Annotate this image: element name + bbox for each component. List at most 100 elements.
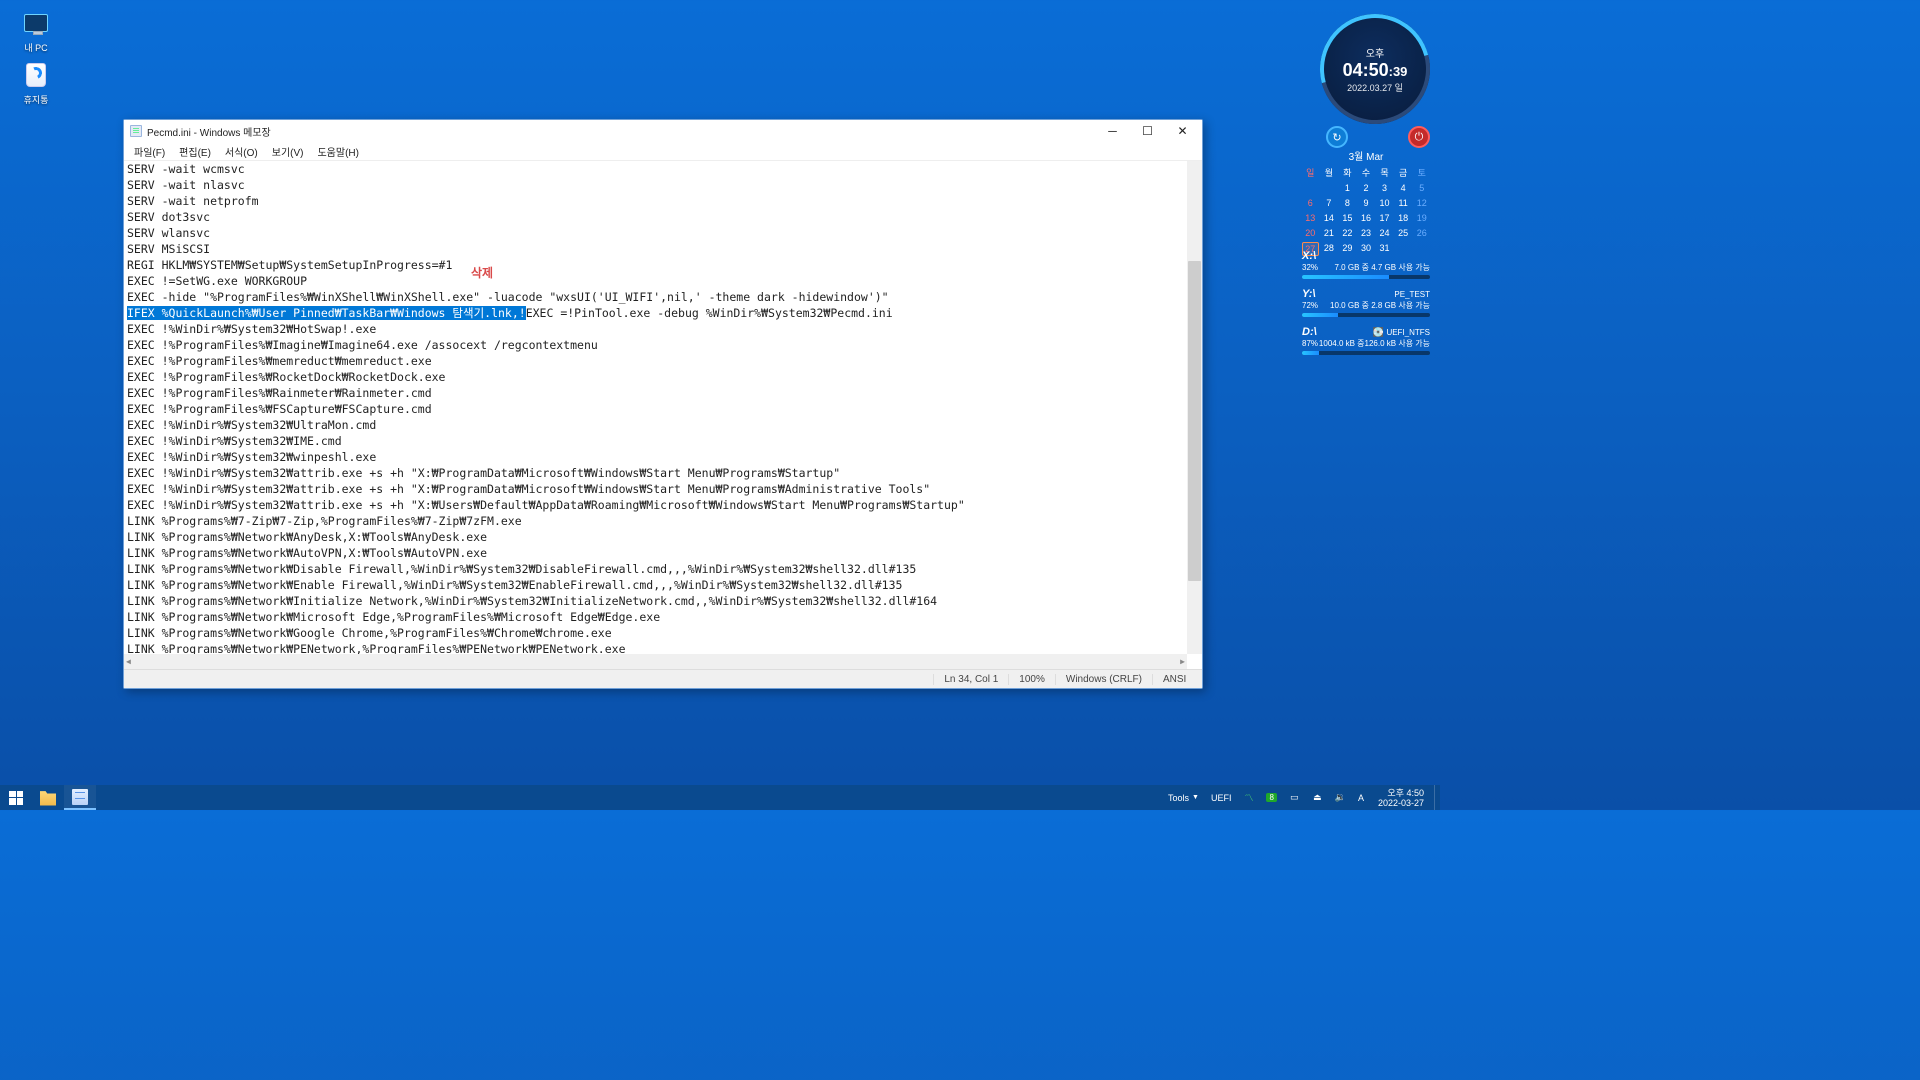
editor-line: SERV wlansvc <box>127 225 1184 241</box>
calendar-day[interactable]: 13 <box>1302 212 1319 224</box>
menubar: 파일(F) 편집(E) 서식(O) 보기(V) 도움말(H) <box>124 142 1202 161</box>
calendar-day[interactable]: 10 <box>1376 197 1393 209</box>
calendar-day[interactable]: 9 <box>1358 197 1375 209</box>
editor-line: IFEX %QuickLaunch%₩User Pinned₩TaskBar₩W… <box>127 305 1184 321</box>
calendar-day[interactable]: 23 <box>1358 227 1375 239</box>
calendar-day[interactable] <box>1302 182 1319 194</box>
editor-line: LINK %Programs%₩Network₩Enable Firewall,… <box>127 577 1184 593</box>
tray-clock[interactable]: 오후 4:50 2022-03-27 <box>1372 788 1430 808</box>
editor-line: REGI HKLM₩SYSTEM₩Setup₩SystemSetupInProg… <box>127 257 1184 273</box>
calendar-day[interactable]: 24 <box>1376 227 1393 239</box>
desktop-icon-this-pc[interactable]: 내 PC <box>6 8 66 54</box>
close-button[interactable]: ✕ <box>1165 121 1200 141</box>
calendar-title: 3월 Mar <box>1302 148 1430 163</box>
editor-line: EXEC !%WinDir%₩System32₩attrib.exe +s +h… <box>127 481 1184 497</box>
drive-usage-text: 7.0 GB 중 4.7 GB 사용 가능 <box>1335 262 1431 273</box>
editor-line: EXEC !%ProgramFiles%₩FSCapture₩FSCapture… <box>127 401 1184 417</box>
status-zoom: 100% <box>1008 674 1055 685</box>
calendar-day[interactable]: 6 <box>1302 197 1319 209</box>
calendar-day[interactable]: 7 <box>1321 197 1338 209</box>
show-desktop-button[interactable] <box>1434 785 1438 810</box>
editor-line: EXEC !%WinDir%₩System32₩IME.cmd <box>127 433 1184 449</box>
editor-line: EXEC !%WinDir%₩System32₩HotSwap!.exe <box>127 321 1184 337</box>
tray-clock-date: 2022-03-27 <box>1378 798 1424 808</box>
shutdown-button[interactable]: ⏻ <box>1408 126 1430 148</box>
windows-logo-icon <box>9 791 23 805</box>
taskbar-pinned-notepad[interactable] <box>64 785 96 810</box>
calendar-day[interactable]: 2 <box>1358 182 1375 194</box>
calendar-day[interactable]: 21 <box>1321 227 1338 239</box>
calendar-day[interactable]: 18 <box>1395 212 1412 224</box>
editor-line: EXEC !%ProgramFiles%₩RocketDock₩RocketDo… <box>127 369 1184 385</box>
scrollbar-vertical[interactable] <box>1187 161 1202 654</box>
taskbar-pinned-explorer[interactable] <box>32 785 64 810</box>
scrollbar-thumb[interactable] <box>1188 261 1201 581</box>
clock-date: 2022.03.27 일 <box>1347 81 1403 94</box>
drive-letter: X:\ <box>1302 250 1316 262</box>
maximize-button[interactable]: ☐ <box>1130 121 1165 141</box>
trash-icon <box>21 60 51 90</box>
tray-ime[interactable]: A <box>1354 785 1368 810</box>
calendar-day[interactable]: 16 <box>1358 212 1375 224</box>
menu-edit[interactable]: 편집(E) <box>173 143 217 160</box>
window-title: Pecmd.ini - Windows 메모장 <box>147 124 271 139</box>
menu-format[interactable]: 서식(O) <box>219 143 264 160</box>
calendar-dow: 수 <box>1358 166 1375 179</box>
pc-icon <box>21 8 51 38</box>
folder-icon <box>40 790 56 806</box>
calendar-day[interactable]: 4 <box>1395 182 1412 194</box>
restart-button[interactable]: ↻ <box>1326 126 1348 148</box>
tray-eject-icon[interactable]: ⏏ <box>1308 785 1327 810</box>
drive-usage-text: 1004.0 kB 중126.0 kB 사용 가능 <box>1319 338 1430 349</box>
editor-area[interactable]: SERV -wait wcmsvcSERV -wait nlasvcSERV -… <box>124 161 1202 669</box>
calendar-dow: 목 <box>1376 166 1393 179</box>
calendar-day[interactable]: 25 <box>1395 227 1412 239</box>
calendar-day[interactable]: 8 <box>1339 197 1356 209</box>
calendar-day[interactable] <box>1321 182 1338 194</box>
start-button[interactable] <box>0 785 32 810</box>
clock-ring-icon <box>1300 0 1450 144</box>
calendar-day[interactable]: 5 <box>1413 182 1430 194</box>
calendar-day[interactable]: 19 <box>1413 212 1430 224</box>
scrollbar-horizontal[interactable]: ◀▶ <box>124 654 1187 669</box>
calendar-day[interactable]: 20 <box>1302 227 1319 239</box>
calendar-day[interactable]: 12 <box>1413 197 1430 209</box>
calendar-day[interactable]: 14 <box>1321 212 1338 224</box>
calendar-day[interactable]: 15 <box>1339 212 1356 224</box>
tray-network-icon[interactable]: 8 <box>1262 785 1280 810</box>
drive-meter-widget: X:\ 32%7.0 GB 중 4.7 GB 사용 가능 Y:\ PE_TEST… <box>1302 250 1430 364</box>
notepad-icon <box>72 789 88 805</box>
drive-pct: 32% <box>1302 263 1318 272</box>
drive-pct: 72% <box>1302 301 1318 310</box>
drive-bar <box>1302 313 1430 317</box>
tray-overflow-icon[interactable]: ▭ <box>1285 785 1304 810</box>
desktop-icon-label: 내 PC <box>6 41 66 54</box>
minimize-button[interactable]: ─ <box>1095 121 1130 141</box>
calendar-day[interactable]: 26 <box>1413 227 1430 239</box>
calendar-day[interactable]: 1 <box>1339 182 1356 194</box>
editor-line: SERV -wait wcmsvc <box>127 161 1184 177</box>
drive-bar <box>1302 275 1430 279</box>
calendar-day[interactable]: 3 <box>1376 182 1393 194</box>
menu-file[interactable]: 파일(F) <box>128 143 171 160</box>
drive-meter: D:\💽 UEFI_NTFS 87%1004.0 kB 중126.0 kB 사용… <box>1302 326 1430 355</box>
tray-uefi[interactable]: UEFI <box>1207 785 1236 810</box>
statusbar: Ln 34, Col 1 100% Windows (CRLF) ANSI <box>124 669 1202 688</box>
calendar-day[interactable]: 17 <box>1376 212 1393 224</box>
status-encoding: ANSI <box>1152 674 1202 685</box>
editor-line: EXEC !%WinDir%₩System32₩winpeshl.exe <box>127 449 1184 465</box>
editor-line: LINK %Programs%₩Network₩AutoVPN,X:₩Tools… <box>127 545 1184 561</box>
tray-perf-icon[interactable]: 〽 <box>1239 785 1258 810</box>
titlebar[interactable]: Pecmd.ini - Windows 메모장 ─ ☐ ✕ <box>124 120 1202 142</box>
calendar-day[interactable]: 11 <box>1395 197 1412 209</box>
editor-line: EXEC !%WinDir%₩System32₩UltraMon.cmd <box>127 417 1184 433</box>
tray-sound-icon[interactable]: 🔉 <box>1331 785 1350 810</box>
desktop-icon-recycle-bin[interactable]: 휴지통 <box>6 60 66 106</box>
tray-tools-menu[interactable]: Tools ▼ <box>1164 785 1203 810</box>
editor-line: LINK %Programs%₩Network₩Initialize Netwo… <box>127 593 1184 609</box>
menu-help[interactable]: 도움말(H) <box>311 143 364 160</box>
calendar-day[interactable]: 22 <box>1339 227 1356 239</box>
editor-line: EXEC !=SetWG.exe WORKGROUP <box>127 273 1184 289</box>
editor-line: SERV -wait netprofm <box>127 193 1184 209</box>
menu-view[interactable]: 보기(V) <box>266 143 310 160</box>
